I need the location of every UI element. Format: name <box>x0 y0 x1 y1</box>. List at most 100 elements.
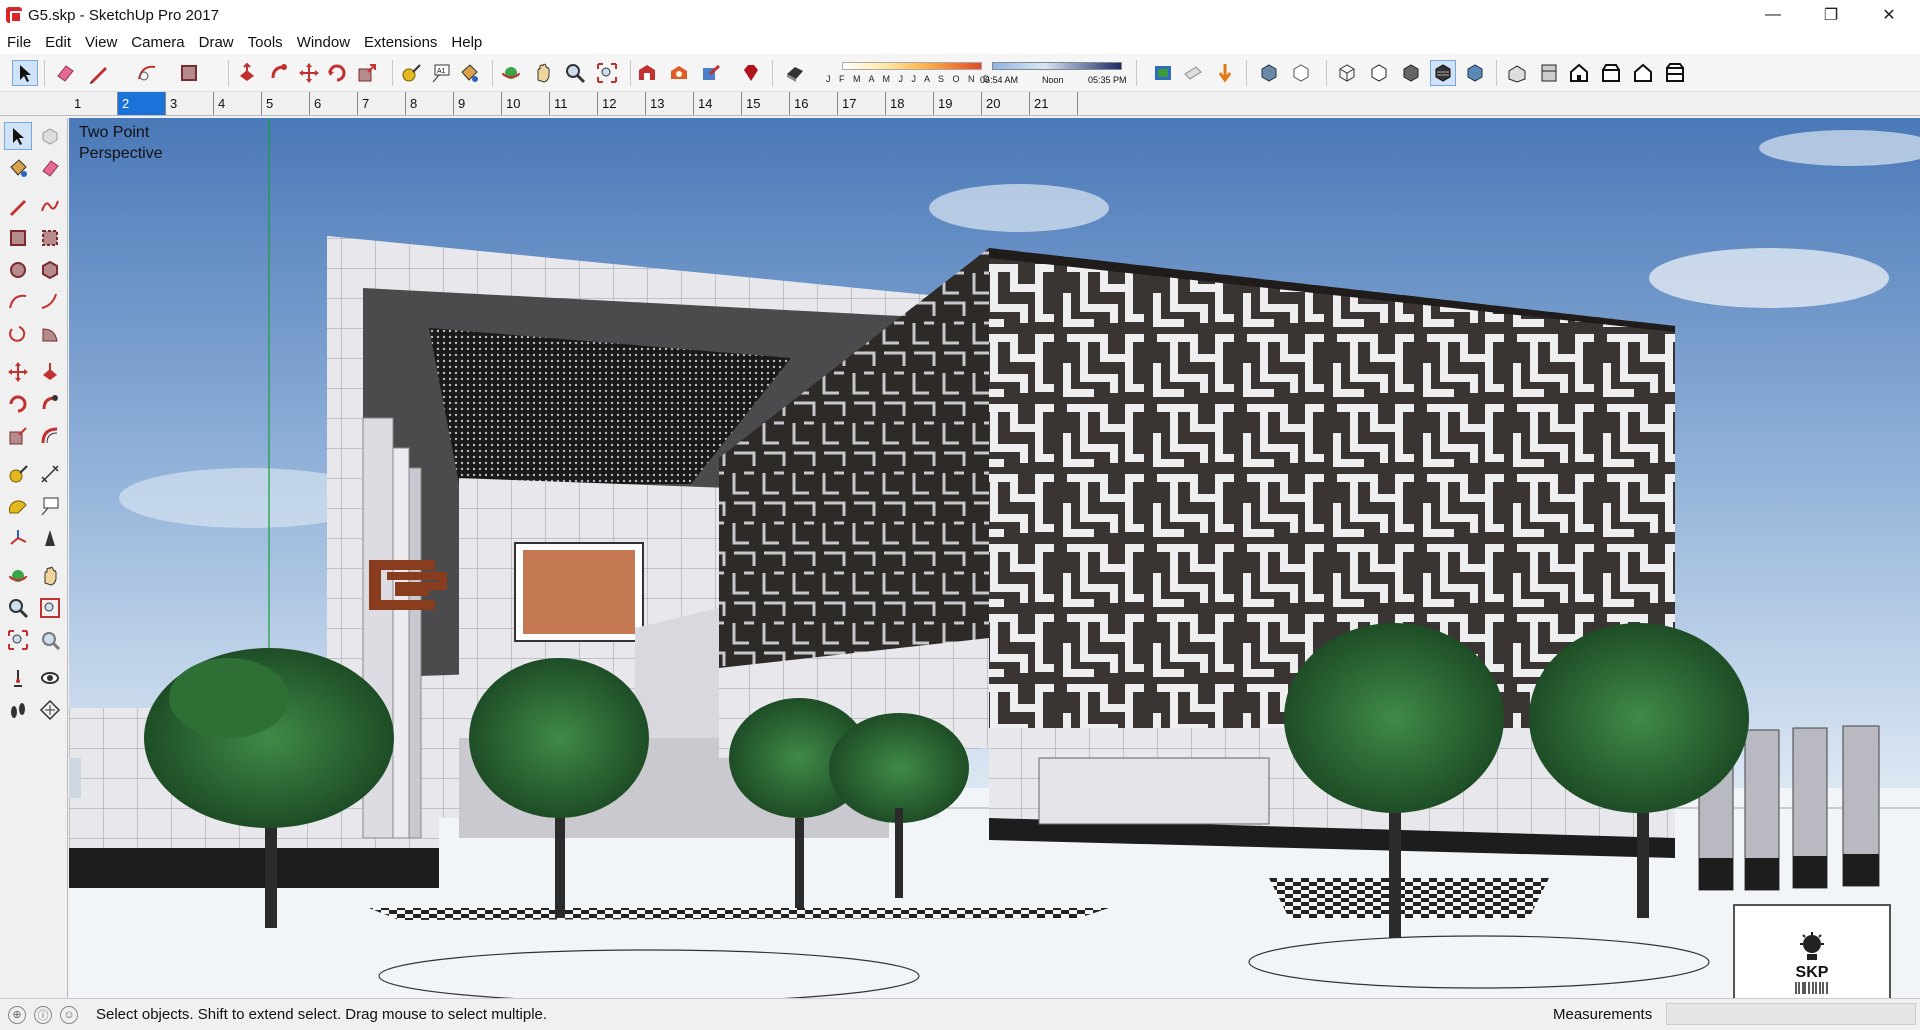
xray-icon[interactable] <box>1256 60 1282 86</box>
credits-icon[interactable]: ⓘ <box>34 1005 52 1024</box>
3d-text-icon[interactable] <box>36 524 64 552</box>
rotate-icon[interactable] <box>4 390 32 418</box>
move-icon[interactable] <box>296 60 322 86</box>
rectangle-icon[interactable] <box>4 224 32 252</box>
layer-icon[interactable] <box>1212 60 1238 86</box>
move-icon[interactable] <box>4 358 32 386</box>
paint-icon[interactable] <box>456 60 482 86</box>
menu-edit[interactable]: Edit <box>38 34 78 51</box>
three-point-arc-icon[interactable] <box>4 320 32 348</box>
scene-tab-13[interactable]: 13 <box>646 92 694 115</box>
zoom-extents-icon[interactable] <box>594 60 620 86</box>
user-icon[interactable]: ☺ <box>60 1005 78 1024</box>
arc-icon[interactable] <box>134 60 160 86</box>
month-slider[interactable] <box>842 62 982 70</box>
back-edges-icon[interactable] <box>1288 60 1314 86</box>
push-pull-icon[interactable] <box>36 358 64 386</box>
two-point-arc-icon[interactable] <box>36 288 64 316</box>
zoom-icon[interactable] <box>4 594 32 622</box>
tape-icon[interactable] <box>398 60 424 86</box>
menu-camera[interactable]: Camera <box>124 34 191 51</box>
scene-tab-10[interactable]: 10 <box>502 92 550 115</box>
position-camera-icon[interactable] <box>4 664 32 692</box>
monochrome-icon[interactable] <box>1462 60 1488 86</box>
push-pull-icon[interactable] <box>234 60 260 86</box>
text-icon[interactable]: A1 <box>428 60 454 86</box>
scene-tab-15[interactable]: 15 <box>742 92 790 115</box>
scene-tab-8[interactable]: 8 <box>406 92 454 115</box>
right-icon[interactable] <box>1598 60 1624 86</box>
pan-icon[interactable] <box>36 562 64 590</box>
menu-extensions[interactable]: Extensions <box>357 34 444 51</box>
model-viewport[interactable]: Two Point Perspective SKP <box>69 118 1920 998</box>
follow-me-icon[interactable] <box>266 60 292 86</box>
scale-icon[interactable] <box>354 60 380 86</box>
fog-icon[interactable] <box>1150 60 1176 86</box>
follow-me-icon[interactable] <box>36 390 64 418</box>
axes-icon[interactable] <box>4 524 32 552</box>
orbit-icon[interactable] <box>4 562 32 590</box>
scene-tab-14[interactable]: 14 <box>694 92 742 115</box>
scene-tab-17[interactable]: 17 <box>838 92 886 115</box>
menu-tools[interactable]: Tools <box>241 34 290 51</box>
scene-tab-1[interactable]: 1 <box>70 92 118 115</box>
scene-tab-5[interactable]: 5 <box>262 92 310 115</box>
menu-file[interactable]: File <box>0 34 38 51</box>
scene-tab-16[interactable]: 16 <box>790 92 838 115</box>
section-plane-icon[interactable] <box>36 696 64 724</box>
scene-tab-12[interactable]: 12 <box>598 92 646 115</box>
zoom-window-icon[interactable] <box>36 594 64 622</box>
back-icon[interactable] <box>1630 60 1656 86</box>
shadow-toggle-icon[interactable] <box>782 60 808 86</box>
rotated-rectangle-icon[interactable] <box>36 224 64 252</box>
pie-icon[interactable] <box>36 320 64 348</box>
previous-view-icon[interactable] <box>36 626 64 654</box>
close-button[interactable]: ✕ <box>1860 0 1918 30</box>
iso-icon[interactable] <box>1504 60 1530 86</box>
measurements-input[interactable] <box>1666 1003 1916 1025</box>
make-component-icon[interactable] <box>36 122 64 150</box>
line-icon[interactable] <box>4 192 32 220</box>
ruby-icon[interactable] <box>738 60 764 86</box>
hidden-line-icon[interactable] <box>1366 60 1392 86</box>
scene-tab-9[interactable]: 9 <box>454 92 502 115</box>
select-icon[interactable] <box>12 60 38 86</box>
left-icon[interactable] <box>1662 60 1688 86</box>
rectangle-icon[interactable] <box>176 60 202 86</box>
paint-icon[interactable] <box>4 154 32 182</box>
shaded-icon[interactable] <box>1398 60 1424 86</box>
scene-tab-7[interactable]: 7 <box>358 92 406 115</box>
scene-tab-20[interactable]: 20 <box>982 92 1030 115</box>
dimension-icon[interactable] <box>36 460 64 488</box>
scene-tab-19[interactable]: 19 <box>934 92 982 115</box>
rotate-icon[interactable] <box>324 60 350 86</box>
eraser-icon[interactable] <box>36 154 64 182</box>
tape-icon[interactable] <box>4 460 32 488</box>
orbit-icon[interactable] <box>498 60 524 86</box>
textured-icon[interactable] <box>1430 60 1456 86</box>
share-icon[interactable] <box>698 60 724 86</box>
menu-draw[interactable]: Draw <box>192 34 241 51</box>
scene-tab-21[interactable]: 21 <box>1030 92 1078 115</box>
freehand-icon[interactable] <box>36 192 64 220</box>
warehouse-icon[interactable] <box>634 60 660 86</box>
time-slider[interactable] <box>992 62 1122 70</box>
menu-window[interactable]: Window <box>290 34 357 51</box>
scene-tab-18[interactable]: 18 <box>886 92 934 115</box>
wireframe-icon[interactable] <box>1334 60 1360 86</box>
extension-icon[interactable] <box>666 60 692 86</box>
offset-icon[interactable] <box>36 422 64 450</box>
top-icon[interactable] <box>1536 60 1562 86</box>
maximize-button[interactable]: ❐ <box>1802 0 1860 30</box>
pencil-icon[interactable] <box>86 60 112 86</box>
menu-view[interactable]: View <box>78 34 124 51</box>
front-icon[interactable] <box>1566 60 1592 86</box>
menu-help[interactable]: Help <box>444 34 489 51</box>
text-icon[interactable] <box>36 492 64 520</box>
minimize-button[interactable]: — <box>1744 0 1802 30</box>
polygon-icon[interactable] <box>36 256 64 284</box>
section-icon[interactable] <box>1180 60 1206 86</box>
eraser-icon[interactable] <box>52 60 78 86</box>
scene-tab-6[interactable]: 6 <box>310 92 358 115</box>
scene-tab-11[interactable]: 11 <box>550 92 598 115</box>
